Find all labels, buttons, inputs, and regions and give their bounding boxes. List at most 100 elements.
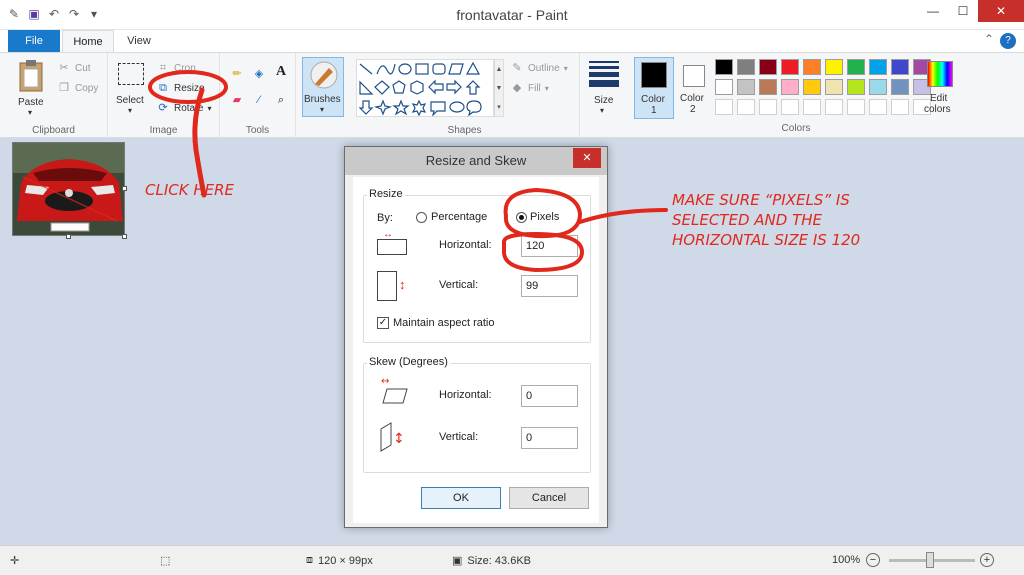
selection-size-icon: ⬚ [160,555,171,567]
brush-icon [310,61,338,89]
cut-label: Cut [75,62,91,74]
outline-button[interactable]: ✎ Outline ▾ [510,61,568,75]
by-label: By: [377,212,393,224]
size-dropdown-icon: ▾ [600,106,605,115]
edit-colors-label-1: Edit [930,93,948,104]
close-button[interactable]: ✕ [978,0,1024,22]
fill-label: Fill [528,82,541,94]
color-swatch[interactable] [891,59,909,75]
skew-vertical-input[interactable]: 0 [521,427,578,449]
color2-swatch [683,65,705,87]
color-swatch[interactable] [803,79,821,95]
color-swatch[interactable] [825,59,843,75]
colors-group-label: Colors [781,123,811,134]
color-swatch[interactable] [891,99,909,115]
percentage-radio[interactable] [416,212,427,223]
ok-button[interactable]: OK [421,487,501,509]
maintain-aspect-label[interactable]: Maintain aspect ratio [393,317,495,329]
color-swatch[interactable] [737,59,755,75]
color-swatch[interactable] [759,79,777,95]
size-label: Size [594,95,614,106]
color1-swatch [641,62,667,88]
color-swatch[interactable] [891,79,909,95]
color-swatch[interactable] [737,79,755,95]
color-swatch[interactable] [781,99,799,115]
color-swatch[interactable] [803,99,821,115]
percentage-label[interactable]: Percentage [431,211,487,223]
color-swatch[interactable] [715,99,733,115]
zoom-in-button[interactable]: + [980,553,994,567]
outline-dropdown-icon: ▾ [563,63,568,73]
color1-button[interactable]: Color 1 [634,57,674,119]
edit-colors-button[interactable]: Edit colors [922,57,958,119]
five-point-star-shape-icon [392,99,410,116]
maximize-button[interactable]: ☐ [948,0,978,22]
oval-shape-icon [398,63,412,75]
four-point-star-shape-icon [373,99,393,116]
fill-button[interactable]: ◆ Fill ▾ [510,81,549,95]
vertical-resize-icon: ↕ [377,271,409,303]
maintain-aspect-checkbox[interactable]: ✓ [377,317,389,329]
color-swatch[interactable] [847,99,865,115]
cancel-button[interactable]: Cancel [509,487,589,509]
color-swatch[interactable] [847,59,865,75]
dialog-close-button[interactable]: ✕ [573,148,601,168]
color2-button[interactable]: Color 2 [678,57,712,119]
resize-legend: Resize [367,188,405,200]
color-swatch[interactable] [847,79,865,95]
color2-number: 2 [690,104,696,115]
resize-handle-bottom[interactable] [66,234,71,239]
help-icon[interactable]: ? [1000,33,1016,49]
diamond-shape-icon [374,80,390,95]
brushes-button[interactable]: Brushes ▾ [302,57,344,117]
fill-bucket-icon[interactable]: ◈ [252,67,266,81]
resize-handle-corner[interactable] [122,234,127,239]
color-swatch[interactable] [715,59,733,75]
zoom-out-button[interactable]: − [866,553,880,567]
tab-file[interactable]: File [8,30,60,52]
ribbon-tabs: File Home View ⌃ ? [0,30,1024,52]
magnifier-icon[interactable]: ⌕ [274,93,288,107]
size-button[interactable]: Size ▾ [584,57,624,117]
color-picker-icon[interactable]: ⁄ [252,93,266,107]
tab-home[interactable]: Home [62,30,114,52]
zoom-level: 100% [832,554,861,566]
copy-icon: ❐ [59,82,69,94]
tab-view[interactable]: View [116,30,162,52]
shapes-scrollbar[interactable]: ▲ ▼ ▾ [494,59,504,117]
color-swatch[interactable] [825,99,843,115]
horizontal-skew-icon: ↔ [381,376,408,404]
cut-button[interactable]: ✂ Cut [57,61,91,75]
skew-horizontal-input[interactable]: 0 [521,385,578,407]
color-swatch[interactable] [869,59,887,75]
copy-button[interactable]: ❐ Copy [57,81,98,95]
minimize-button[interactable]: — [918,0,948,22]
svg-text:↕: ↕ [393,431,405,447]
paste-button[interactable]: Paste ▾ [14,57,50,117]
collapse-ribbon-icon[interactable]: ⌃ [984,32,994,46]
color-swatch[interactable] [715,79,733,95]
shapes-gallery[interactable] [356,59,494,117]
color-swatch[interactable] [781,79,799,95]
zoom-slider-thumb[interactable] [926,552,934,568]
scissors-icon: ✂ [59,62,69,74]
select-dropdown-icon: ▾ [128,106,133,115]
skew-horizontal-label: Horizontal: [439,389,492,401]
color-swatch[interactable] [759,59,777,75]
color-swatch[interactable] [869,99,887,115]
color-swatch[interactable] [737,99,755,115]
status-bar: ✛ ⬚ ⧈ 120 × 99px ▣ Size: 43.6KB 100% − + [0,545,1024,575]
color-swatch[interactable] [825,79,843,95]
color-swatch[interactable] [869,79,887,95]
text-tool-icon[interactable]: A [274,65,288,79]
color-swatch[interactable] [803,59,821,75]
vertical-input[interactable]: 99 [521,275,578,297]
color-swatch[interactable] [759,99,777,115]
select-button[interactable]: Select ▾ [114,59,148,117]
resize-handle-right[interactable] [122,186,127,191]
fill-icon: ◆ [512,82,522,94]
image-canvas[interactable] [12,142,125,236]
svg-text:↔: ↔ [381,376,389,387]
click-here-annotation: CLICK HERE [145,181,234,199]
color-swatch[interactable] [781,59,799,75]
